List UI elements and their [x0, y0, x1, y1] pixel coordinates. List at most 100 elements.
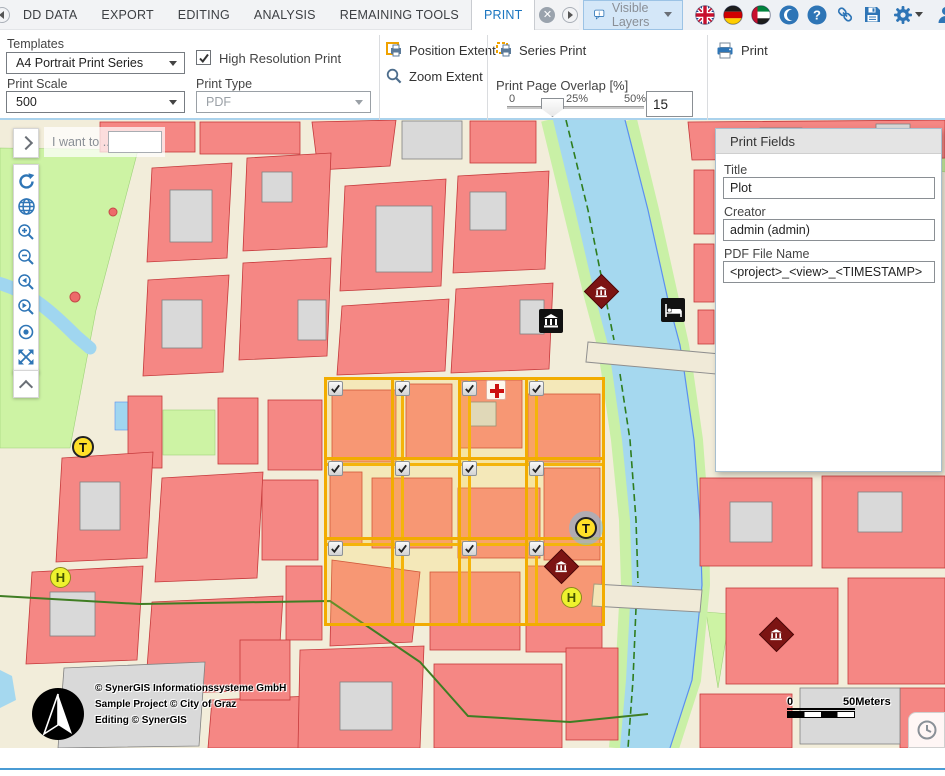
footer-bar: [0, 748, 945, 776]
settings-gear-button[interactable]: [891, 5, 925, 25]
check-icon: [397, 463, 408, 474]
creator-input[interactable]: [723, 219, 935, 241]
check-icon: [330, 543, 341, 554]
pharmacy-cross-icon: [486, 380, 506, 400]
chevron-up-icon: [19, 379, 33, 393]
print-page-checkbox[interactable]: [328, 381, 343, 396]
tab-remaining-tools[interactable]: REMAINING TOOLS: [328, 0, 471, 30]
chevron-down-icon: [664, 12, 672, 17]
templates-select[interactable]: A4 Portrait Print Series: [6, 52, 185, 74]
overlap-slider-handle[interactable]: [541, 98, 564, 117]
print-scale-label: Print Scale: [7, 77, 67, 91]
scale-zero-label: 0: [787, 696, 793, 708]
center-map-button[interactable]: [14, 319, 38, 344]
overlap-label: Print Page Overlap [%]: [496, 78, 628, 93]
print-page-checkbox[interactable]: [529, 541, 544, 556]
chevron-down-icon: [355, 100, 363, 105]
print-page-checkbox[interactable]: [395, 461, 410, 476]
tab-editing[interactable]: EDITING: [166, 0, 242, 30]
save-icon[interactable]: [863, 5, 883, 25]
toolbar-collapse-button[interactable]: [13, 370, 39, 398]
check-icon: [397, 543, 408, 554]
i-want-to-input[interactable]: [108, 131, 162, 153]
overlap-value-input[interactable]: [646, 91, 693, 117]
map-toolbar: [13, 164, 39, 374]
tabs-scroll-right-button[interactable]: [562, 7, 578, 23]
print-page-checkbox[interactable]: [328, 461, 343, 476]
history-clock-button[interactable]: [908, 712, 945, 748]
ribbon-print-tab-content: Templates A4 Portrait Print Series Print…: [0, 30, 945, 120]
sidebar-expand-button[interactable]: [13, 128, 39, 158]
user-menu-button[interactable]: [933, 5, 945, 25]
position-extent-icon: [386, 42, 402, 58]
check-icon: [464, 383, 475, 394]
tick-25: 25%: [566, 93, 588, 105]
language-german-flag-icon[interactable]: [723, 5, 743, 25]
tab-print[interactable]: PRINT: [471, 0, 536, 30]
series-print-icon: [496, 42, 512, 58]
tabs-scroll-left-button[interactable]: [0, 7, 10, 23]
overlap-slider-track[interactable]: [507, 106, 644, 109]
chevron-down-icon: [169, 61, 177, 66]
print-scale-select[interactable]: 500: [6, 91, 185, 113]
magnifier-icon: [386, 68, 402, 84]
tab-export[interactable]: EXPORT: [89, 0, 165, 30]
title-input[interactable]: [723, 177, 935, 199]
scale-distance-label: 50Meters: [843, 696, 891, 708]
compass-logo: [31, 687, 85, 741]
creator-label: Creator: [724, 205, 766, 219]
previous-extent-button[interactable]: [14, 269, 38, 294]
language-english-flag-icon[interactable]: [695, 5, 715, 25]
night-mode-moon-icon[interactable]: [779, 5, 799, 25]
pdf-file-name-input[interactable]: [723, 261, 935, 283]
chevron-down-icon: [169, 100, 177, 105]
pdf-file-name-label: PDF File Name: [724, 247, 809, 261]
tab-close-icon[interactable]: ✕: [539, 7, 555, 23]
check-icon: [531, 543, 542, 554]
globe-overview-button[interactable]: [14, 194, 38, 219]
high-resolution-checkbox[interactable]: [196, 50, 211, 65]
copyright-line: Sample Project © City of Graz: [95, 697, 286, 713]
print-page-checkbox[interactable]: [462, 541, 477, 556]
share-link-icon[interactable]: [835, 5, 855, 25]
series-print-button[interactable]: Series Print: [496, 42, 586, 58]
tick-0: 0: [509, 93, 515, 105]
print-page-checkbox[interactable]: [529, 461, 544, 476]
next-extent-button[interactable]: [14, 294, 38, 319]
high-resolution-label: High Resolution Print: [219, 51, 341, 66]
print-page-checkbox[interactable]: [529, 381, 544, 396]
print-page-checkbox[interactable]: [395, 381, 410, 396]
check-icon: [464, 543, 475, 554]
app-window: DD DATA EXPORT EDITING ANALYSIS REMAININ…: [0, 0, 945, 776]
info-bubble-icon: i: [594, 6, 604, 23]
print-fields-header[interactable]: Print Fields: [716, 129, 941, 154]
refresh-button[interactable]: [14, 169, 38, 194]
print-page-checkbox[interactable]: [328, 541, 343, 556]
chevron-right-icon: [19, 136, 33, 150]
zoom-extent-button[interactable]: Zoom Extent: [386, 68, 483, 84]
zoom-out-button[interactable]: [14, 244, 38, 269]
print-button[interactable]: Print: [716, 42, 768, 59]
bus-stop-icon: H: [50, 567, 71, 588]
tab-add-data[interactable]: DD DATA: [11, 0, 89, 30]
templates-value: A4 Portrait Print Series: [16, 56, 143, 70]
arrow-left-icon: [0, 11, 6, 19]
tab-analysis[interactable]: ANALYSIS: [242, 0, 328, 30]
print-page-checkbox[interactable]: [462, 381, 477, 396]
language-arabic-flag-icon[interactable]: [751, 5, 771, 25]
help-icon[interactable]: ?: [807, 5, 827, 25]
print-type-select[interactable]: PDF: [196, 91, 371, 113]
templates-label: Templates: [7, 37, 64, 51]
museum-square-icon: [539, 309, 563, 333]
position-extent-button[interactable]: Position Extent: [386, 42, 496, 58]
title-label: Title: [724, 163, 747, 177]
chevron-down-icon: [915, 12, 923, 17]
print-page-checkbox[interactable]: [395, 541, 410, 556]
print-page-checkbox[interactable]: [462, 461, 477, 476]
visible-layers-dropdown[interactable]: i Visible Layers: [583, 0, 683, 30]
i-want-to-widget: I want to ...: [44, 127, 165, 157]
map-viewport[interactable]: I want to ... T T H H Print Fields Title: [0, 120, 945, 748]
full-extent-button[interactable]: [14, 344, 38, 369]
zoom-in-button[interactable]: [14, 219, 38, 244]
check-icon: [330, 463, 341, 474]
